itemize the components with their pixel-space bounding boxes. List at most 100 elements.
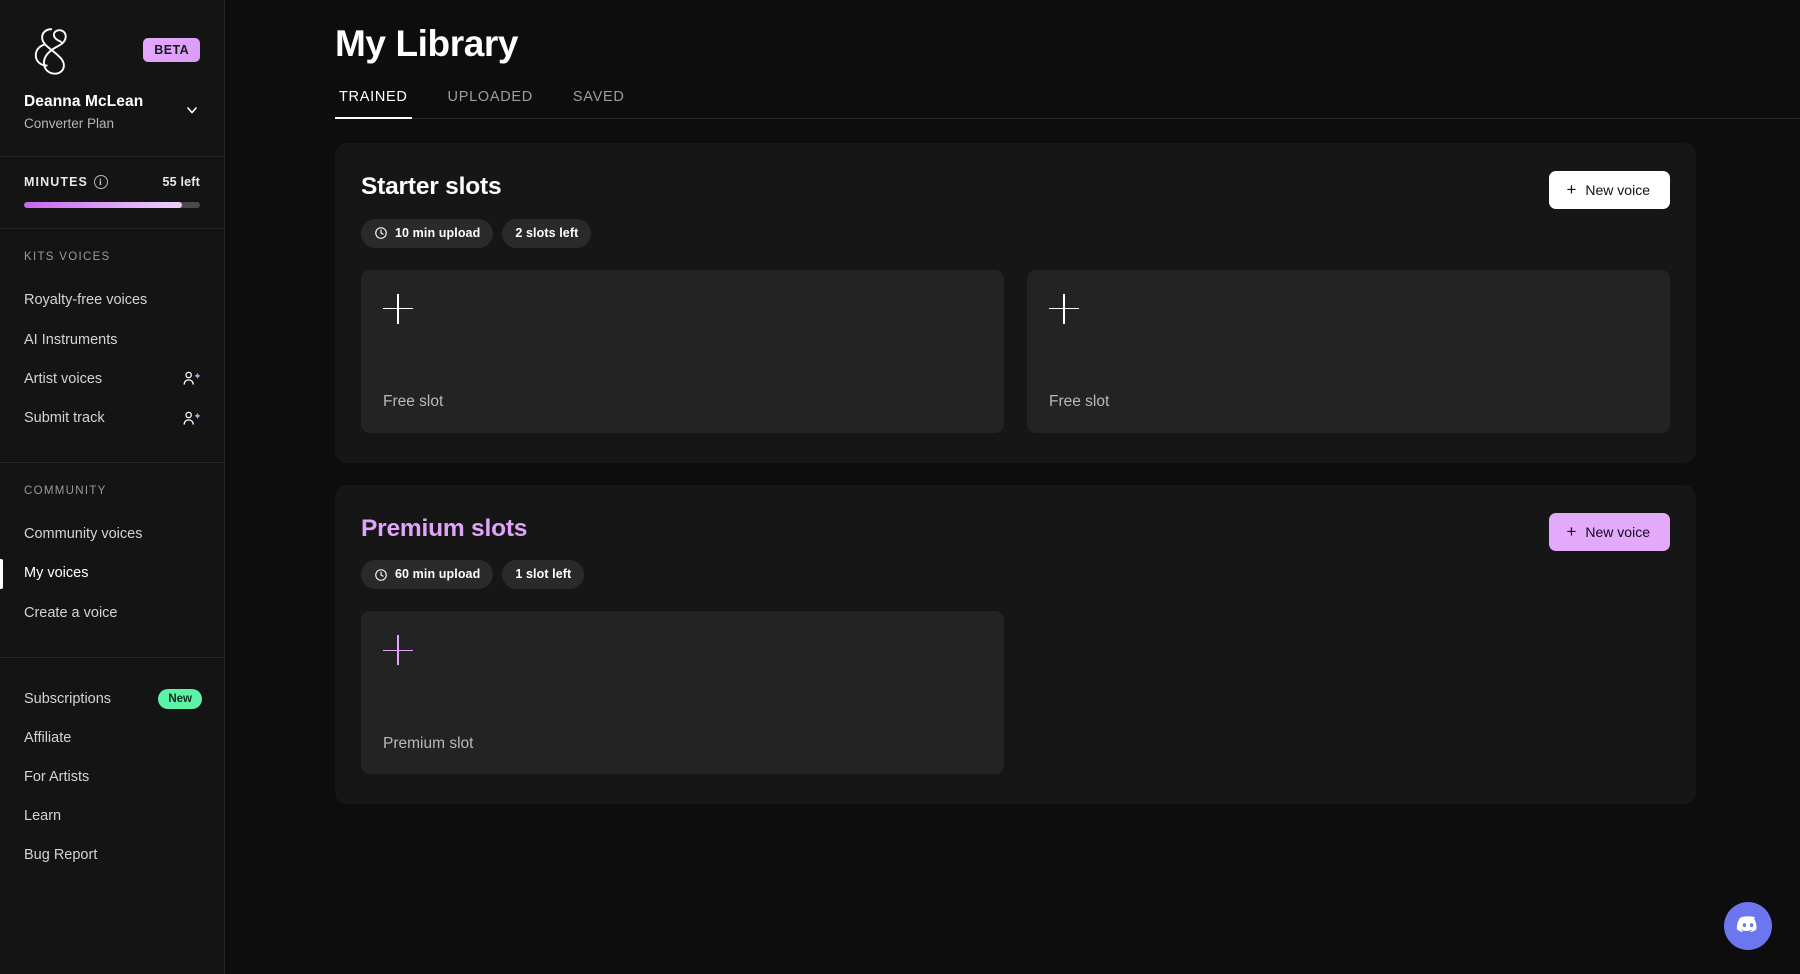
page-header: My Library TRAINED UPLOADED SAVED [225, 0, 1800, 119]
sidebar-group-community: COMMUNITY Community voices My voices Create… [0, 463, 224, 658]
chevron-down-icon[interactable] [184, 102, 200, 118]
plus-icon: + [1566, 181, 1576, 198]
minutes-progress-bar [24, 202, 200, 208]
person-sparkle-icon [182, 410, 202, 428]
panel-title: Premium slots [361, 513, 584, 545]
tab-uploaded[interactable]: UPLOADED [444, 89, 537, 118]
new-voice-button-label: New voice [1585, 182, 1650, 198]
main-content: My Library TRAINED UPLOADED SAVED Starter … [225, 0, 1800, 974]
sidebar-item-artist-voices[interactable]: Artist voices [0, 360, 224, 399]
sidebar-item-badge: New [158, 689, 202, 709]
sidebar-nav: KITS VOICES Royalty-free voices AI Instrum… [0, 229, 224, 899]
tab-saved[interactable]: SAVED [569, 89, 629, 118]
sidebar-item-label: Learn [24, 805, 61, 828]
sidebar-item-bug-report[interactable]: Bug Report [0, 836, 224, 875]
plus-icon [1049, 294, 1079, 324]
minutes-block: MINUTES i 55 left [0, 157, 224, 228]
chip-label: 10 min upload [395, 226, 480, 241]
chip-label: 60 min upload [395, 567, 480, 582]
account-plan: Converter Plan [24, 114, 143, 134]
sidebar-item-for-artists[interactable]: For Artists [0, 758, 224, 797]
discord-icon [1735, 912, 1761, 941]
account-info: Deanna McLean Converter Plan [24, 92, 143, 134]
sidebar-item-label: Community voices [24, 523, 142, 546]
plus-icon: + [1566, 523, 1576, 540]
sidebar-item-label: Artist voices [24, 368, 102, 391]
library-tabs: TRAINED UPLOADED SAVED [335, 89, 1800, 119]
panel-header: Starter slots 10 min upload 2 slots left +… [361, 171, 1670, 248]
new-voice-button[interactable]: + New voice [1549, 171, 1670, 209]
app-root: BETA Deanna McLean Converter Plan MIN [0, 0, 1800, 974]
sidebar-item-my-voices[interactable]: My voices [0, 554, 224, 593]
chip-10-min-upload: 10 min upload [361, 219, 493, 248]
sidebar-item-label: Royalty-free voices [24, 289, 147, 312]
slots-grid: Free slot Free slot [361, 270, 1670, 433]
panel-header: Premium slots 60 min upload 1 slot left + N… [361, 513, 1670, 590]
sidebar-item-submit-track[interactable]: Submit track [0, 399, 224, 438]
sidebar-item-label: Subscriptions [24, 688, 111, 711]
sidebar-item-create-a-voice[interactable]: Create a voice [0, 594, 224, 633]
account-name: Deanna McLean [24, 92, 143, 112]
panel-premium-slots: Premium slots 60 min upload 1 slot left + N… [335, 485, 1696, 805]
sidebar-item-ai-instruments[interactable]: AI Instruments [0, 321, 224, 360]
sidebar-item-label: Affiliate [24, 727, 71, 750]
slot-card-premium-slot[interactable]: Premium slot [361, 611, 1004, 774]
slots-grid: Premium slot [361, 611, 1670, 774]
sidebar-item-affiliate[interactable]: Affiliate [0, 719, 224, 758]
chip-60-min-upload: 60 min upload [361, 560, 493, 589]
kits-ampersand-logo-icon[interactable] [24, 22, 82, 78]
plus-icon [383, 294, 413, 324]
sidebar-item-label: For Artists [24, 766, 89, 789]
info-icon[interactable]: i [94, 175, 108, 189]
clock-icon [374, 568, 388, 582]
sidebar-header: BETA Deanna McLean Converter Plan [0, 0, 224, 157]
minutes-label-group: MINUTES i [24, 175, 108, 189]
sidebar-item-label: Submit track [24, 407, 105, 430]
panel-chips: 60 min upload 1 slot left [361, 560, 584, 589]
chip-label: 2 slots left [515, 226, 578, 241]
panel-chips: 10 min upload 2 slots left [361, 219, 591, 248]
panel-starter-slots: Starter slots 10 min upload 2 slots left +… [335, 143, 1696, 463]
sidebar: BETA Deanna McLean Converter Plan MIN [0, 0, 225, 974]
chip-2-slots-left: 2 slots left [502, 219, 591, 248]
account-switcher[interactable]: Deanna McLean Converter Plan [0, 78, 224, 156]
sidebar-group-title: COMMUNITY [0, 485, 224, 497]
sidebar-item-subscriptions[interactable]: Subscriptions New [0, 680, 224, 719]
slot-card-label: Premium slot [383, 733, 982, 755]
panel-title: Starter slots [361, 171, 591, 203]
sidebar-group-kits-voices: KITS VOICES Royalty-free voices AI Instrum… [0, 229, 224, 463]
new-voice-button-label: New voice [1585, 524, 1650, 540]
chip-label: 1 slot left [515, 567, 571, 582]
chip-1-slot-left: 1 slot left [502, 560, 584, 589]
slot-card-free-slot[interactable]: Free slot [361, 270, 1004, 433]
panel-header-left: Premium slots 60 min upload 1 slot left [361, 513, 584, 590]
panel-header-left: Starter slots 10 min upload 2 slots left [361, 171, 591, 248]
sidebar-item-label: AI Instruments [24, 329, 117, 352]
slot-card-free-slot[interactable]: Free slot [1027, 270, 1670, 433]
discord-support-button[interactable] [1724, 902, 1772, 950]
sidebar-item-label: Bug Report [24, 844, 97, 867]
sidebar-item-community-voices[interactable]: Community voices [0, 515, 224, 554]
clock-icon [374, 226, 388, 240]
library-panels: Starter slots 10 min upload 2 slots left +… [225, 119, 1800, 805]
sidebar-item-label: My voices [24, 562, 88, 585]
sidebar-item-learn[interactable]: Learn [0, 797, 224, 836]
page-title: My Library [335, 18, 1800, 70]
minutes-section: MINUTES i 55 left [0, 157, 224, 229]
beta-badge: BETA [143, 38, 200, 62]
person-sparkle-icon [182, 370, 202, 388]
plus-icon [383, 635, 413, 665]
minutes-remaining: 55 left [162, 175, 200, 189]
sidebar-group-title: KITS VOICES [0, 251, 224, 263]
sidebar-group-more: Subscriptions New Affiliate For Artists Lear… [0, 658, 224, 900]
brand-row: BETA [0, 0, 224, 78]
slot-card-label: Free slot [1049, 391, 1648, 413]
tab-trained[interactable]: TRAINED [335, 89, 412, 118]
minutes-progress-fill [24, 202, 182, 208]
new-voice-button-premium[interactable]: + New voice [1549, 513, 1670, 551]
sidebar-item-royalty-free-voices[interactable]: Royalty-free voices [0, 281, 224, 320]
minutes-header: MINUTES i 55 left [24, 175, 200, 189]
slot-card-label: Free slot [383, 391, 982, 413]
sidebar-item-label: Create a voice [24, 602, 118, 625]
minutes-label: MINUTES [24, 175, 88, 189]
